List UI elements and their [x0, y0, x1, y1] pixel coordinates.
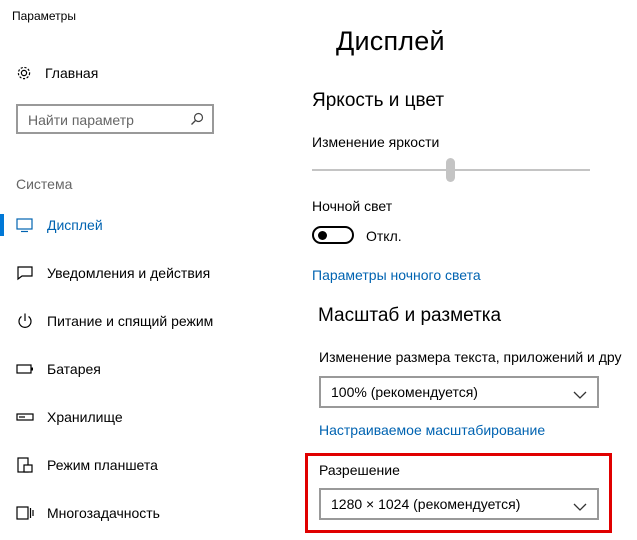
- sidebar-item-battery[interactable]: Батарея: [0, 349, 290, 389]
- monitor-icon: [16, 216, 34, 234]
- page-title: Дисплей: [336, 26, 445, 56]
- gear-icon: [16, 65, 32, 81]
- sidebar-item-display[interactable]: Дисплей: [0, 205, 290, 245]
- battery-icon: [16, 360, 34, 378]
- storage-icon: [16, 408, 34, 426]
- night-light-settings-link[interactable]: Параметры ночного света: [312, 267, 481, 283]
- sidebar-item-power[interactable]: Питание и спящий режим: [0, 301, 290, 341]
- resolution-value: 1280 × 1024 (рекомендуется): [331, 496, 521, 512]
- multitasking-icon: [16, 504, 34, 522]
- night-light-toggle[interactable]: [312, 226, 354, 244]
- brightness-heading: Яркость и цвет: [312, 90, 445, 111]
- text-size-label: Изменение размера текста, приложений и д…: [319, 349, 622, 365]
- toggle-knob: [318, 231, 327, 240]
- sidebar-item-tablet[interactable]: Режим планшета: [0, 445, 290, 485]
- scale-heading: Масштаб и разметка: [318, 305, 502, 326]
- chevron-down-icon: [573, 387, 587, 399]
- night-light-state: Откл.: [366, 228, 402, 244]
- resolution-label: Разрешение: [319, 462, 400, 478]
- brightness-label: Изменение яркости: [312, 134, 440, 150]
- home-label: Главная: [45, 65, 99, 81]
- sidebar-item-label: Дисплей: [47, 217, 103, 233]
- text-size-value: 100% (рекомендуется): [331, 384, 478, 400]
- search-box[interactable]: Найти параметр: [16, 104, 214, 134]
- sidebar-item-notifications[interactable]: Уведомления и действия: [0, 253, 290, 293]
- chevron-down-icon: [573, 499, 587, 511]
- power-icon: [16, 312, 34, 330]
- sidebar-item-multitasking[interactable]: Многозадачность: [0, 493, 290, 533]
- brightness-slider-thumb[interactable]: [446, 158, 455, 182]
- resolution-dropdown[interactable]: 1280 × 1024 (рекомендуется): [319, 488, 599, 520]
- text-size-dropdown[interactable]: 100% (рекомендуется): [319, 376, 599, 408]
- custom-scaling-link[interactable]: Настраиваемое масштабирование: [319, 422, 545, 438]
- sidebar-item-label: Батарея: [47, 361, 101, 377]
- sidebar-item-label: Режим планшета: [47, 457, 158, 473]
- home-link[interactable]: Главная: [16, 63, 98, 83]
- window-title: Параметры: [12, 9, 76, 23]
- tablet-icon: [16, 456, 34, 474]
- notifications-icon: [16, 264, 34, 282]
- search-icon[interactable]: [190, 112, 204, 126]
- sidebar-item-label: Многозадачность: [47, 505, 160, 521]
- search-placeholder: Найти параметр: [28, 112, 134, 128]
- sidebar-item-label: Хранилище: [47, 409, 123, 425]
- sidebar-item-storage[interactable]: Хранилище: [0, 397, 290, 437]
- section-label-system: Система: [16, 176, 73, 192]
- night-light-label: Ночной свет: [312, 198, 393, 214]
- sidebar-item-label: Питание и спящий режим: [47, 313, 214, 329]
- sidebar-item-label: Уведомления и действия: [47, 265, 211, 281]
